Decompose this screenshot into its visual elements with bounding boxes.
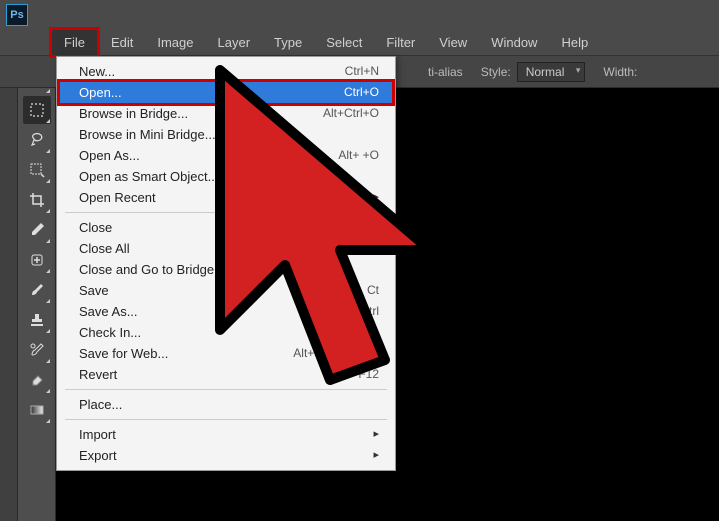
menu-label: Revert xyxy=(79,367,117,382)
menu-file[interactable]: File xyxy=(49,27,100,58)
lasso-tool[interactable] xyxy=(23,126,51,154)
submenu-arrow-icon: ▸ xyxy=(373,448,379,463)
file-export[interactable]: Export ▸ xyxy=(57,445,395,466)
menu-filter[interactable]: Filter xyxy=(374,30,427,55)
menu-shortcut: Alt+Ctrl+O xyxy=(323,106,379,121)
menu-help[interactable]: Help xyxy=(549,30,600,55)
menubar: File Edit Image Layer Type Select Filter… xyxy=(0,30,719,56)
menu-edit[interactable]: Edit xyxy=(99,30,145,55)
eyedropper-tool[interactable] xyxy=(23,216,51,244)
menu-image[interactable]: Image xyxy=(145,30,205,55)
stamp-tool[interactable] xyxy=(23,306,51,334)
menu-label: Open Recent xyxy=(79,190,156,205)
magic-wand-tool[interactable] xyxy=(23,156,51,184)
menu-label: Close All xyxy=(79,241,130,256)
menu-label: Export xyxy=(79,448,117,463)
menu-separator xyxy=(65,389,387,390)
file-check-in[interactable]: Check In... xyxy=(57,322,395,343)
menu-label: Browse in Bridge... xyxy=(79,106,188,121)
marquee-tool[interactable] xyxy=(23,96,51,124)
menu-layer[interactable]: Layer xyxy=(206,30,263,55)
menu-label: Check In... xyxy=(79,325,141,340)
history-brush-tool[interactable] xyxy=(23,336,51,364)
menu-shortcut: F12 xyxy=(358,367,379,382)
menu-separator xyxy=(65,212,387,213)
style-label: Style: xyxy=(481,65,511,79)
antialias-label: ti-alias xyxy=(428,65,463,79)
menu-select[interactable]: Select xyxy=(314,30,374,55)
file-browse-bridge[interactable]: Browse in Bridge... Alt+Ctrl+O xyxy=(57,103,395,124)
file-place[interactable]: Place... xyxy=(57,394,395,415)
file-close[interactable]: Close xyxy=(57,217,395,238)
menu-type[interactable]: Type xyxy=(262,30,314,55)
file-browse-mini-bridge[interactable]: Browse in Mini Bridge... xyxy=(57,124,395,145)
file-open-smart-object[interactable]: Open as Smart Object... xyxy=(57,166,395,187)
toolbar xyxy=(18,58,56,521)
file-open-as[interactable]: Open As... Alt+ +O xyxy=(57,145,395,166)
titlebar: Ps xyxy=(0,0,719,30)
brush-tool[interactable] xyxy=(23,276,51,304)
menu-label: Open as Smart Object... xyxy=(79,169,218,184)
file-import[interactable]: Import ▸ xyxy=(57,424,395,445)
menu-label: Close xyxy=(79,220,112,235)
app-logo: Ps xyxy=(6,4,28,26)
menu-label: Save xyxy=(79,283,109,298)
file-close-all[interactable]: Close All xyxy=(57,238,395,259)
width-label: Width: xyxy=(603,65,637,79)
menu-separator xyxy=(65,419,387,420)
menu-label: Close and Go to Bridge... xyxy=(79,262,225,277)
submenu-arrow-icon: ▸ xyxy=(373,190,379,205)
file-save[interactable]: Save Ct xyxy=(57,280,395,301)
menu-window[interactable]: Window xyxy=(479,30,549,55)
menu-shortcut: Ct xyxy=(367,283,379,298)
style-dropdown[interactable]: Normal xyxy=(517,62,586,82)
menu-label: Import xyxy=(79,427,116,442)
menu-shortcut: Ctrl+N xyxy=(345,64,379,79)
file-save-for-web[interactable]: Save for Web... Alt+Shift+Ctrl+S xyxy=(57,343,395,364)
healing-brush-tool[interactable] xyxy=(23,246,51,274)
crop-tool[interactable] xyxy=(23,186,51,214)
menu-label: Open As... xyxy=(79,148,140,163)
menu-shortcut: Alt+ +O xyxy=(338,148,379,163)
menu-shortcut: Alt+Shift+Ctrl+S xyxy=(293,346,379,361)
file-close-go-bridge[interactable]: Close and Go to Bridge... xyxy=(57,259,395,280)
file-open[interactable]: Open... Ctrl+O xyxy=(57,79,395,106)
file-menu-dropdown: New... Ctrl+N Open... Ctrl+O Browse in Bri… xyxy=(56,56,396,471)
left-rail xyxy=(0,58,18,521)
menu-label: New... xyxy=(79,64,115,79)
submenu-arrow-icon: ▸ xyxy=(373,427,379,442)
menu-label: Open... xyxy=(79,85,122,100)
gradient-tool[interactable] xyxy=(23,396,51,424)
menu-label: Save for Web... xyxy=(79,346,168,361)
menu-shortcut: ift+Ctrl xyxy=(344,304,379,319)
file-revert[interactable]: Revert F12 xyxy=(57,364,395,385)
file-save-as[interactable]: Save As... ift+Ctrl xyxy=(57,301,395,322)
menu-shortcut: Ctrl+O xyxy=(344,85,379,100)
file-open-recent[interactable]: Open Recent ▸ xyxy=(57,187,395,208)
menu-label: Save As... xyxy=(79,304,138,319)
eraser-tool[interactable] xyxy=(23,366,51,394)
menu-label: Place... xyxy=(79,397,122,412)
menu-label: Browse in Mini Bridge... xyxy=(79,127,216,142)
menu-view[interactable]: View xyxy=(427,30,479,55)
